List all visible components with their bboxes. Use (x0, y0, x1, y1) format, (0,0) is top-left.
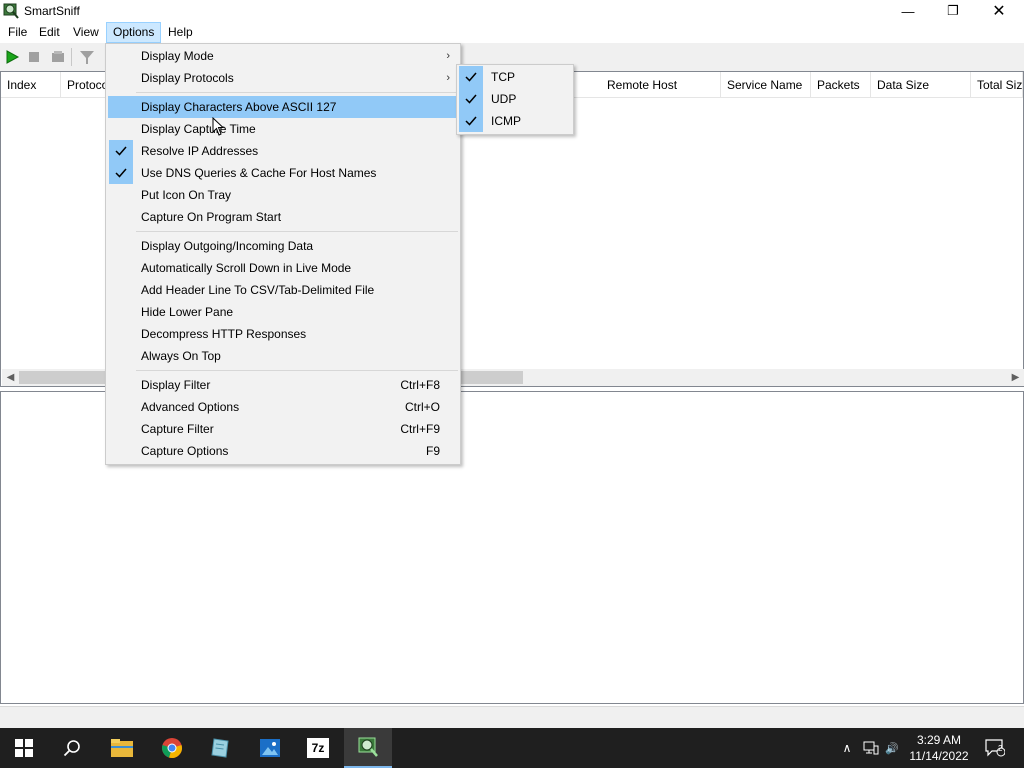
submenu-arrow-icon: › (446, 72, 450, 84)
show-hidden-icons-button[interactable]: ∧ (838, 728, 856, 768)
checkmark-icon (109, 162, 133, 184)
taskbar-clock[interactable]: 3:29 AM 11/14/2022 (900, 732, 978, 764)
menu-item-auto-scroll[interactable]: Automatically Scroll Down in Live Mode (108, 257, 458, 279)
scroll-right-icon[interactable]: ▶ (1007, 369, 1024, 386)
minimize-button[interactable]: — (885, 0, 931, 22)
close-icon: ✕ (992, 3, 1006, 20)
menu-item-display-mode[interactable]: Display Mode › (108, 45, 458, 67)
search-button[interactable] (48, 728, 96, 768)
options-menu: Display Mode › Display Protocols › Displ… (105, 43, 461, 465)
maximize-button[interactable]: ❐ (930, 0, 976, 22)
taskbar-notepad[interactable] (196, 728, 244, 768)
checkmark-icon (459, 110, 483, 132)
column-header-data-size[interactable]: Data Size (871, 72, 971, 98)
window-title: SmartSniff (24, 4, 80, 18)
network-icon (863, 741, 879, 755)
title-bar: SmartSniff — ❐ ✕ (0, 0, 1024, 22)
menu-separator (136, 92, 458, 93)
menu-item-advanced-options[interactable]: Advanced Options Ctrl+O (108, 396, 458, 418)
menu-item-capture-options[interactable]: Capture Options F9 (108, 440, 458, 462)
restore-icon: ❐ (947, 3, 959, 18)
scroll-left-icon[interactable]: ◀ (2, 369, 19, 386)
chevron-up-icon: ∧ (842, 741, 852, 755)
start-button[interactable] (0, 728, 48, 768)
photos-icon (260, 739, 280, 757)
smartsniff-app-icon (3, 3, 19, 19)
checkmark-icon (459, 88, 483, 110)
windows-start-icon (15, 739, 33, 757)
notification-center-button[interactable]: 2 (980, 728, 1010, 768)
menu-item-display-outgoing-incoming[interactable]: Display Outgoing/Incoming Data (108, 235, 458, 257)
menu-help[interactable]: Help (162, 22, 199, 43)
taskbar-file-explorer[interactable] (98, 728, 146, 768)
taskbar-chrome[interactable] (148, 728, 196, 768)
checkmark-icon (109, 140, 133, 162)
taskbar-7zip[interactable]: 7z (294, 728, 342, 768)
shortcut-label: Ctrl+O (404, 400, 440, 414)
column-header-total-size[interactable]: Total Size (971, 72, 1023, 98)
menu-item-display-filter[interactable]: Display Filter Ctrl+F8 (108, 374, 458, 396)
search-icon (63, 740, 80, 757)
volume-icon: 🔊 (885, 742, 899, 755)
taskbar-smartsniff[interactable] (344, 728, 392, 768)
close-button[interactable]: ✕ (976, 0, 1022, 22)
7zip-icon: 7z (307, 738, 329, 758)
checkmark-icon (459, 66, 483, 88)
volume-tray-button[interactable]: 🔊 (884, 728, 900, 768)
menu-separator (136, 231, 458, 232)
menu-item-resolve-ip[interactable]: Resolve IP Addresses (108, 140, 458, 162)
chrome-icon (162, 738, 182, 758)
notification-count-badge: 2 (998, 744, 1003, 753)
clock-date: 11/14/2022 (909, 749, 969, 763)
stop-icon[interactable] (25, 48, 43, 66)
submenu-arrow-icon: › (446, 50, 450, 62)
menu-item-add-header-line[interactable]: Add Header Line To CSV/Tab-Delimited Fil… (108, 279, 458, 301)
taskbar: 7z ∧ 🔊 3:29 AM 11/14/2022 2 (0, 728, 1024, 768)
menu-file[interactable]: File (2, 22, 33, 43)
menu-item-hide-lower-pane[interactable]: Hide Lower Pane (108, 301, 458, 323)
column-header-remote-host[interactable]: Remote Host (601, 72, 721, 98)
menu-options[interactable]: Options (106, 22, 162, 43)
menu-edit[interactable]: Edit (33, 22, 66, 43)
submenu-item-icmp[interactable]: ICMP (459, 110, 571, 132)
filter-icon[interactable] (78, 48, 96, 66)
menu-item-decompress-http[interactable]: Decompress HTTP Responses (108, 323, 458, 345)
menu-item-display-chars-above-ascii[interactable]: Display Characters Above ASCII 127 (108, 96, 458, 118)
protocols-submenu: TCP UDP ICMP (456, 64, 574, 135)
play-icon[interactable] (3, 48, 21, 66)
taskbar-photos[interactable] (246, 728, 294, 768)
mouse-cursor-icon (212, 117, 225, 136)
submenu-item-tcp[interactable]: TCP (459, 66, 571, 88)
menu-bar: File Edit View Options Help (0, 22, 1024, 43)
menu-item-always-on-top[interactable]: Always On Top (108, 345, 458, 367)
status-bar (0, 706, 1024, 728)
toolbar-separator (71, 48, 72, 66)
shortcut-label: Ctrl+F8 (400, 378, 440, 392)
menu-item-display-protocols[interactable]: Display Protocols › (108, 67, 458, 89)
network-tray-button[interactable] (860, 728, 882, 768)
clock-time: 3:29 AM (916, 733, 962, 747)
menu-item-put-icon-on-tray[interactable]: Put Icon On Tray (108, 184, 458, 206)
menu-view[interactable]: View (67, 22, 105, 43)
minimize-icon: — (901, 3, 915, 19)
menu-item-display-capture-time[interactable]: Display Capture Time (108, 118, 458, 140)
clear-icon[interactable] (49, 48, 67, 66)
submenu-item-udp[interactable]: UDP (459, 88, 571, 110)
menu-item-capture-on-start[interactable]: Capture On Program Start (108, 206, 458, 228)
column-header-service-name[interactable]: Service Name (721, 72, 811, 98)
menu-item-use-dns-queries[interactable]: Use DNS Queries & Cache For Host Names (108, 162, 458, 184)
shortcut-label: Ctrl+F9 (400, 422, 440, 436)
column-header-index[interactable]: Index (1, 72, 61, 98)
menu-item-capture-filter[interactable]: Capture Filter Ctrl+F9 (108, 418, 458, 440)
notepad-icon (211, 738, 229, 758)
file-explorer-icon (111, 739, 133, 757)
shortcut-label: F9 (425, 444, 440, 458)
smartsniff-icon (358, 737, 378, 757)
menu-separator (136, 370, 458, 371)
column-header-packets[interactable]: Packets (811, 72, 871, 98)
